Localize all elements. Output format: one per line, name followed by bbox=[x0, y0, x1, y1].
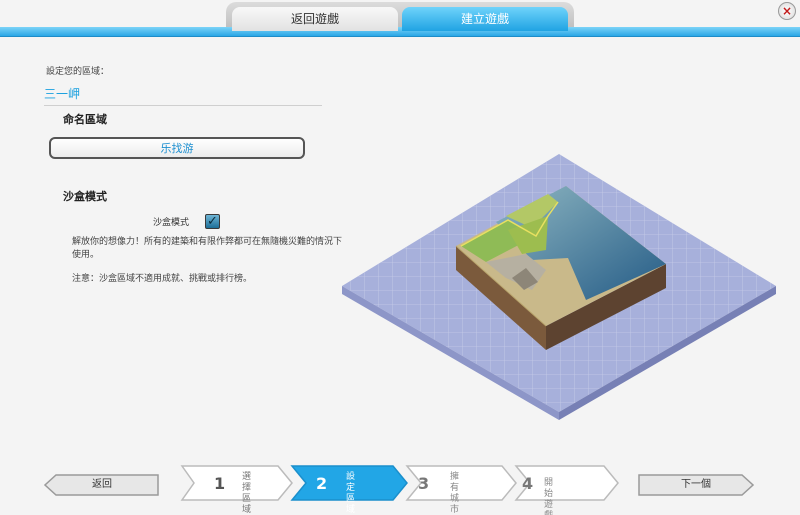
region-name-input[interactable] bbox=[49, 137, 305, 159]
top-tab-bar: 返回遊戲 建立遊戲 bbox=[0, 0, 800, 38]
region-name: 三一岬 bbox=[44, 85, 322, 106]
name-region-heading: 命名區域 bbox=[63, 113, 107, 126]
sandbox-description: 解放你的想像力！所有的建築和有限作弊都可在無隨機災難的情況下使用。 bbox=[72, 237, 343, 260]
sandbox-checkbox-label: 沙盒模式 bbox=[153, 218, 190, 228]
step-number: 4 bbox=[522, 474, 534, 493]
sandbox-heading: 沙盒模式 bbox=[63, 190, 107, 203]
step-label: 開始遊戲 bbox=[544, 478, 554, 515]
tab-create-game[interactable]: 建立遊戲 bbox=[402, 7, 568, 31]
top-accent-bar bbox=[0, 27, 800, 37]
step-indicator: 1 選擇區域 2 設定區域 3 擁有城市 4 開始遊戲 bbox=[180, 464, 620, 515]
step-number: 3 bbox=[418, 474, 430, 493]
back-button[interactable]: 返回 bbox=[44, 474, 160, 496]
step-label: 擁有 城市 bbox=[450, 472, 460, 515]
step-number: 2 bbox=[316, 474, 328, 493]
next-button[interactable]: 下一個 bbox=[638, 474, 754, 496]
step-label: 設定 區域 bbox=[346, 472, 356, 515]
next-button-label: 下一個 bbox=[681, 479, 711, 490]
step-number: 1 bbox=[214, 474, 226, 493]
step-label: 選擇 區域 bbox=[242, 472, 252, 515]
close-button[interactable]: × bbox=[778, 2, 796, 20]
region-map-preview bbox=[342, 154, 776, 420]
section-label: 設定您的區域： bbox=[46, 67, 110, 77]
back-button-label: 返回 bbox=[92, 479, 112, 490]
close-icon: × bbox=[781, 4, 793, 18]
checkmark-icon: ✓ bbox=[207, 214, 218, 229]
sandbox-checkbox[interactable]: ✓ bbox=[205, 214, 220, 229]
tab-return-game[interactable]: 返回遊戲 bbox=[232, 7, 398, 31]
sandbox-note: 注意：沙盒區域不適用成就、挑戰或排行榜。 bbox=[72, 274, 253, 284]
